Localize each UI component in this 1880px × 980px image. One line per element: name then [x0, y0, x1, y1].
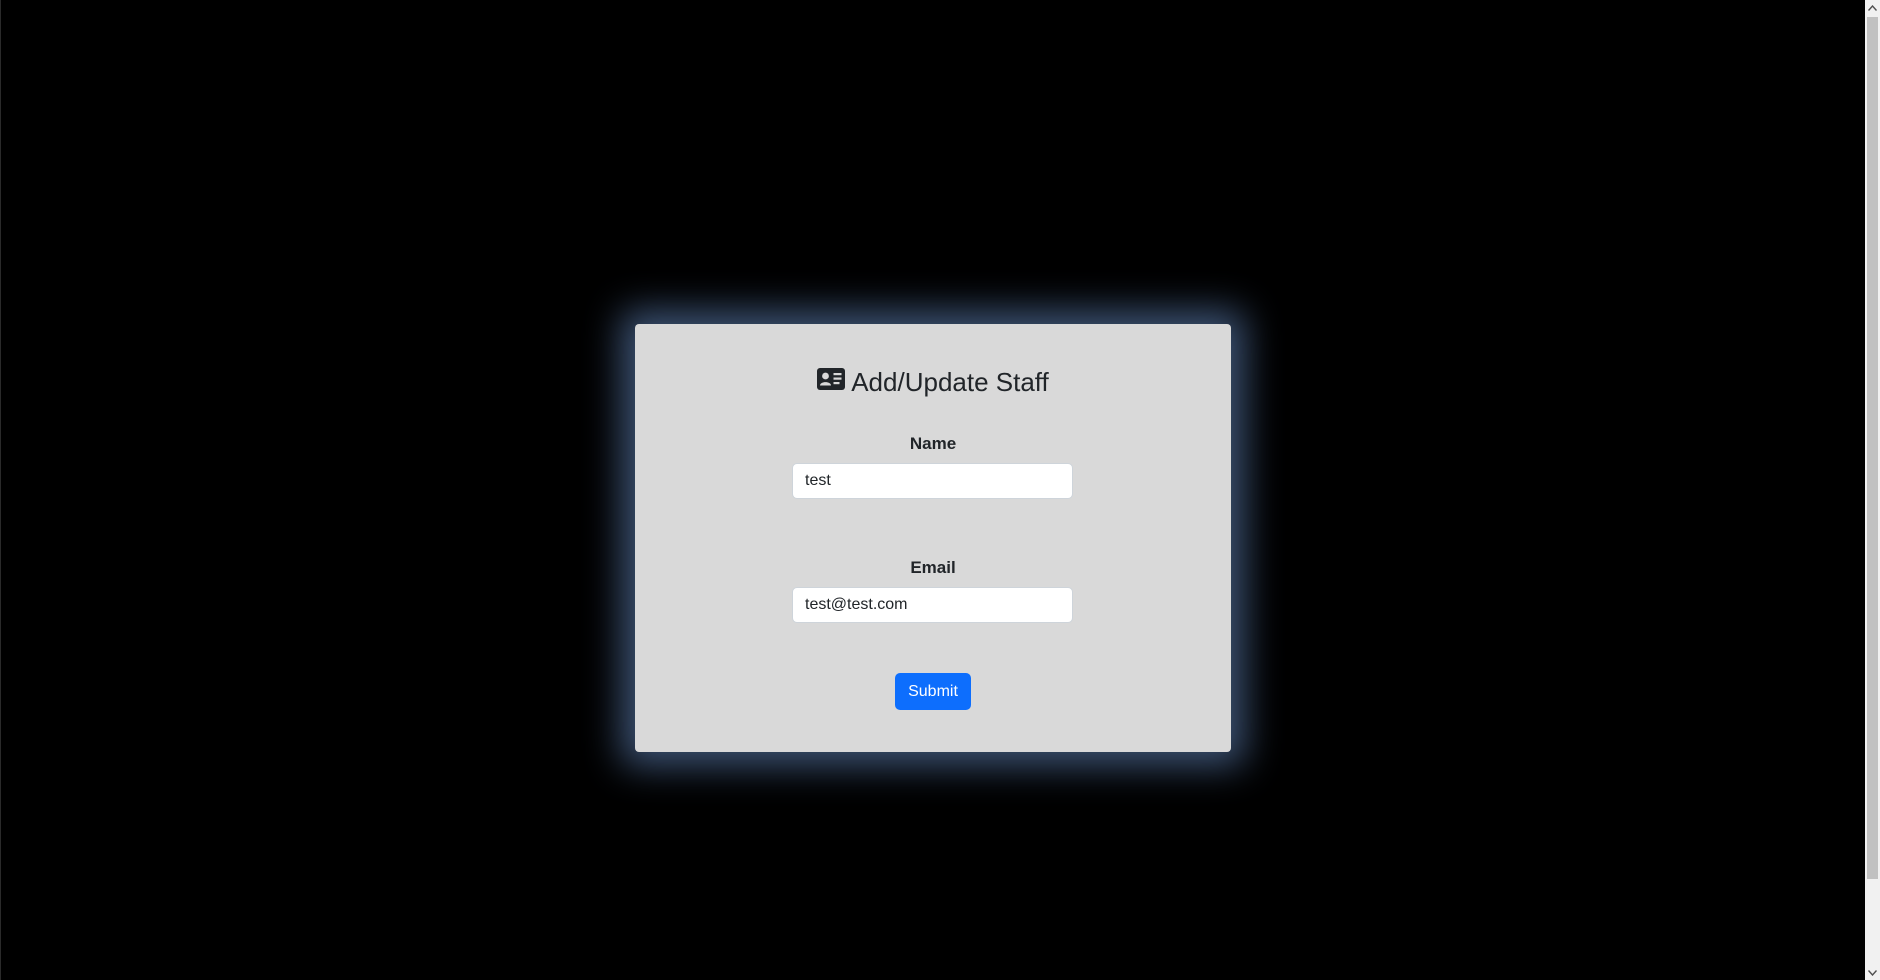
page: Add/Update Staff Name Email Submit — [0, 0, 1880, 980]
name-input[interactable] — [792, 463, 1073, 499]
staff-form-card: Add/Update Staff Name Email Submit — [635, 324, 1231, 752]
form-title-text: Add/Update Staff — [851, 367, 1049, 397]
name-label: Name — [909, 434, 957, 453]
form-title: Add/Update Staff — [635, 366, 1231, 400]
scrollbar-thumb[interactable] — [1867, 17, 1878, 879]
email-label: Email — [910, 558, 956, 577]
vertical-scrollbar[interactable] — [1865, 0, 1880, 980]
chevron-up-icon[interactable] — [1865, 0, 1880, 15]
window-edge — [0, 0, 1, 980]
id-card-icon — [817, 365, 846, 397]
chevron-down-icon[interactable] — [1865, 965, 1880, 980]
email-input[interactable] — [792, 587, 1073, 623]
submit-button[interactable]: Submit — [895, 673, 971, 710]
